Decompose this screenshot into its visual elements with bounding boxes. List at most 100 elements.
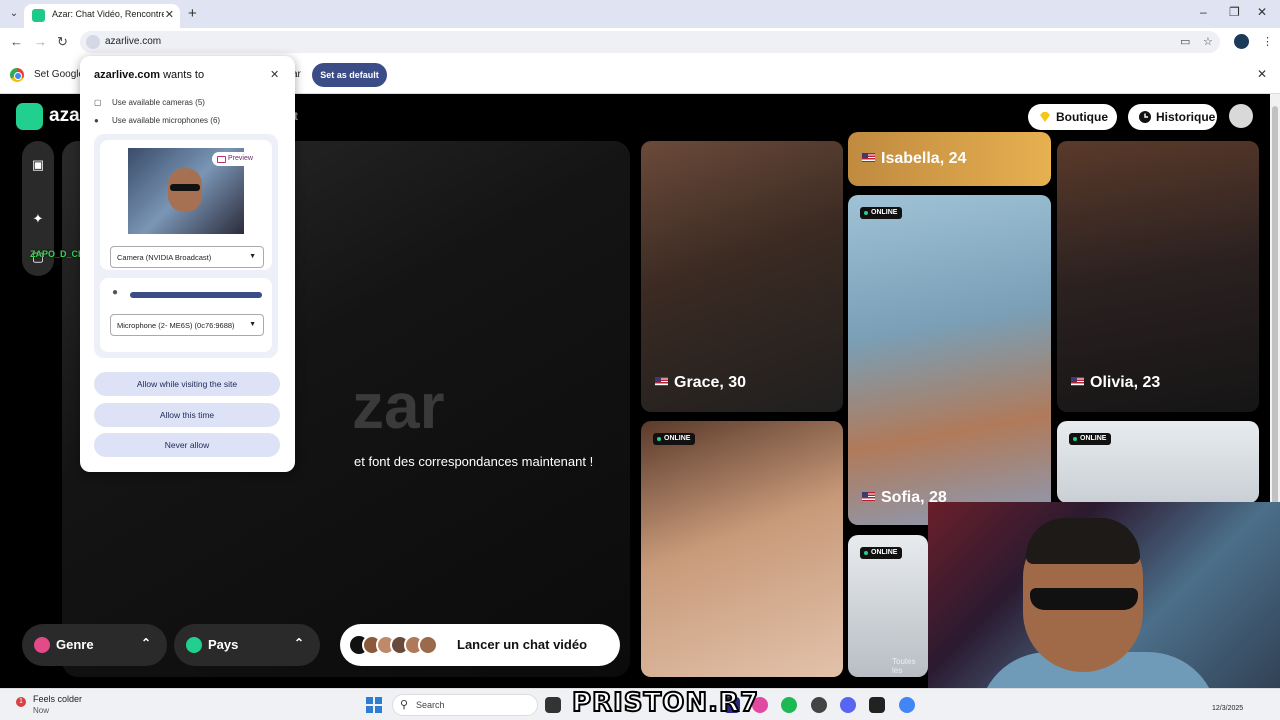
historique-label: Historique [1156, 110, 1216, 124]
camera-section: Preview Camera (NVIDIA Broadcast) ▼ [100, 140, 272, 270]
globe-icon [186, 637, 202, 653]
close-window-icon[interactable]: ✕ [1257, 5, 1267, 19]
mic-level-fill [130, 292, 262, 298]
cast-icon[interactable]: ▭ [1180, 35, 1190, 48]
webcam-hair [1026, 518, 1140, 564]
streamer-overlay-text: PRISTON.R7 [571, 687, 760, 719]
shrink-icon[interactable]: ▣ [28, 155, 48, 175]
webcam-sunglasses [1030, 588, 1138, 610]
camera-preview: Preview [128, 148, 259, 234]
discord-icon[interactable] [840, 697, 856, 713]
card-caption: Toutes les [892, 657, 916, 675]
us-flag-icon [655, 377, 668, 386]
restore-icon[interactable]: ❐ [1229, 5, 1240, 19]
profile-name: Grace, 30 [655, 374, 746, 392]
epic-games-icon[interactable] [869, 697, 885, 713]
profile-card[interactable]: Grace, 30 [641, 141, 843, 412]
windows-start-icon[interactable] [366, 697, 382, 713]
camera-select-value: Camera (NVIDIA Broadcast) [117, 253, 212, 262]
sparkle-icon[interactable]: ✦ [28, 209, 48, 229]
gender-icon [34, 637, 50, 653]
boutique-label: Boutique [1056, 110, 1108, 124]
profile-card[interactable]: ONLINE Toutes les [848, 535, 928, 677]
infobar-text: Set Google [34, 69, 85, 80]
taskbar-search[interactable]: ⚲ Search [392, 694, 538, 716]
search-label: Search [416, 700, 445, 710]
task-view-icon[interactable] [545, 697, 561, 713]
camera-select[interactable]: Camera (NVIDIA Broadcast) ▼ [110, 246, 264, 268]
profile-name: Isabella, 24 [862, 150, 966, 168]
microphone-select[interactable]: Microphone (2- ME6S) (0c76:9688) ▼ [110, 314, 264, 336]
us-flag-icon [862, 153, 875, 162]
hero-brand-text: zar [352, 370, 445, 442]
preview-badge: Preview [212, 152, 259, 166]
diamond-icon [1040, 112, 1050, 122]
tab-strip: ⌄ Azar: Chat Vidéo, Rencontrer de ✕ + – … [0, 0, 1280, 28]
infobar-close-icon[interactable]: ✕ [1257, 67, 1267, 81]
browser-tab[interactable]: Azar: Chat Vidéo, Rencontrer de ✕ [24, 4, 180, 28]
historique-button[interactable]: Historique [1128, 104, 1217, 130]
profile-card[interactable]: ONLINE [641, 421, 843, 677]
weather-alert-badge[interactable]: 1 [16, 697, 26, 707]
allow-while-visiting-button[interactable]: Allow while visiting the site [94, 372, 280, 396]
preview-sunglasses [170, 184, 200, 191]
online-badge: ONLINE [1069, 433, 1112, 445]
clock-icon [1139, 111, 1151, 123]
back-icon[interactable]: ← [10, 34, 23, 49]
bookmark-star-icon[interactable]: ☆ [1203, 35, 1213, 48]
menu-kebab-icon[interactable]: ⋮ [1262, 35, 1273, 48]
browser-profile-avatar[interactable] [1234, 34, 1249, 49]
taskbar-date[interactable]: 12/3/2025 [1212, 705, 1243, 712]
weather-subtext: Now [33, 706, 50, 715]
app-icon[interactable] [811, 697, 827, 713]
boutique-button[interactable]: Boutique [1028, 104, 1117, 130]
set-as-default-button[interactable]: Set as default [312, 63, 387, 87]
popup-close-icon[interactable]: ✕ [270, 68, 279, 81]
profile-card[interactable]: ONLINE Sofia, 28 [848, 195, 1051, 525]
avatar [418, 635, 438, 655]
dropdown-arrow-icon: ▼ [249, 321, 256, 328]
genre-filter-button[interactable]: Genre ⌃ [22, 624, 167, 666]
cta-label: Lancer un chat vidéo [457, 637, 588, 652]
tab-title: Azar: Chat Vidéo, Rencontrer de [52, 9, 164, 19]
profile-avatar-icon[interactable] [1229, 104, 1253, 128]
dropdown-arrow-icon: ▼ [249, 253, 256, 260]
hero-tagline: et font des correspondances maintenant ! [354, 454, 594, 469]
profile-card[interactable]: ONLINE [1057, 421, 1259, 503]
pays-filter-button[interactable]: Pays ⌃ [174, 624, 320, 666]
site-info-icon[interactable] [86, 35, 100, 49]
profile-name: Olivia, 23 [1071, 374, 1160, 392]
online-badge: ONLINE [860, 547, 903, 559]
us-flag-icon [862, 492, 875, 501]
chrome-icon[interactable] [899, 697, 915, 713]
us-flag-icon [1071, 377, 1084, 386]
pays-label: Pays [208, 637, 239, 652]
start-video-chat-button[interactable]: Lancer un chat vidéo [340, 624, 620, 666]
tab-search-chevron-icon[interactable]: ⌄ [6, 6, 22, 22]
spotify-icon[interactable] [781, 697, 797, 713]
minimize-icon[interactable]: – [1200, 5, 1207, 19]
microphone-select-value: Microphone (2- ME6S) (0c76:9688) [117, 321, 235, 330]
device-settings-box: Preview Camera (NVIDIA Broadcast) ▼ ● Mi… [94, 134, 278, 358]
chrome-logo-icon [10, 68, 24, 82]
video-camera-icon: ▢ [94, 98, 102, 107]
mic-level-meter [130, 292, 262, 298]
url-text: azarlive.com [105, 36, 162, 47]
permission-title: azarlive.com wants to [94, 69, 205, 81]
profile-card[interactable]: Olivia, 23 [1057, 141, 1259, 412]
address-bar[interactable]: azarlive.com [80, 31, 1220, 53]
reload-icon[interactable]: ↻ [57, 34, 68, 50]
never-allow-button[interactable]: Never allow [94, 433, 280, 457]
chevron-up-icon: ⌃ [293, 636, 304, 650]
azar-logo-icon[interactable] [16, 103, 43, 130]
online-badge: ONLINE [653, 433, 696, 445]
microphones-permission: ● Use available microphones (6) [94, 116, 221, 125]
search-icon: ⚲ [400, 699, 409, 711]
weather-text[interactable]: Feels colder [33, 694, 82, 704]
allow-this-time-button[interactable]: Allow this time [94, 403, 280, 427]
genre-label: Genre [56, 637, 94, 652]
tab-close-icon[interactable]: ✕ [165, 8, 174, 21]
profile-card[interactable]: Isabella, 24 [848, 132, 1051, 186]
forward-icon[interactable]: → [34, 34, 47, 49]
new-tab-icon[interactable]: + [188, 5, 197, 22]
